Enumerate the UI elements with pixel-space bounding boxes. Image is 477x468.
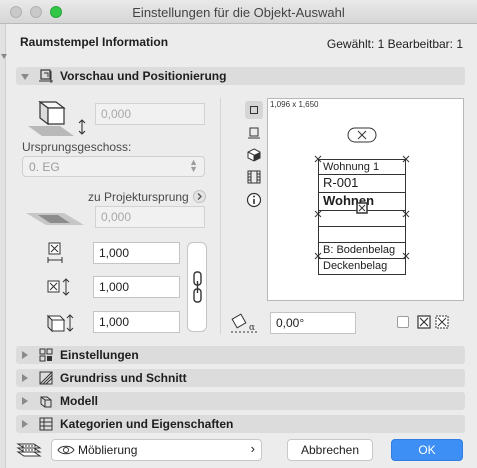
collapsed-triangle-icon[interactable] — [22, 397, 28, 405]
collapsed-triangle-icon[interactable] — [22, 351, 28, 359]
width-size-icon — [47, 242, 63, 263]
chain-link-icon — [193, 271, 202, 303]
square-view-icon — [250, 106, 258, 114]
size-x-field[interactable]: 1,000 — [93, 242, 180, 264]
room-stamp: Wohnung 1 R-001 Wohnen B: Bodenbelag Dec… — [318, 159, 406, 275]
stamp-marker-icon — [347, 127, 377, 143]
layer-stack-icon — [16, 443, 42, 457]
elevation-box-icon — [28, 100, 86, 136]
layer-value: Möblierung — [78, 443, 138, 457]
expanded-triangle-icon[interactable] — [21, 74, 29, 80]
title-bar: Einstellungen für die Objekt-Auswahl — [0, 0, 477, 24]
chevron-right-icon[interactable] — [193, 190, 206, 203]
section-label: Einstellungen — [60, 348, 139, 362]
stamp-row-floor: B: Bodenbelag — [318, 243, 406, 259]
elevation-field[interactable]: 0,000 — [95, 103, 205, 125]
collapse-arrow-icon[interactable] — [1, 54, 7, 59]
section-label: Vorschau und Positionierung — [60, 69, 227, 83]
section-settings[interactable]: Einstellungen — [16, 346, 465, 364]
stamp-row-name: Wohnung 1 — [318, 159, 406, 175]
collapsed-triangle-icon[interactable] — [22, 374, 28, 382]
preview-dimensions: 1,096 x 1,650 — [270, 100, 319, 109]
collapsed-triangle-icon[interactable] — [22, 420, 28, 428]
view-2d-button[interactable] — [245, 101, 263, 119]
section-label: Kategorien und Eigenschaften — [60, 417, 234, 431]
preview-canvas[interactable]: 1,096 x 1,650 Wohnung 1 R-001 Wohnen B: … — [267, 98, 464, 301]
floorplan-icon — [39, 371, 53, 385]
origin-story-label: Ursprungsgeschoss: — [22, 140, 132, 154]
section-floorplan-section[interactable]: Grundriss und Schnitt — [16, 369, 465, 387]
section-label: Modell — [60, 394, 98, 408]
depth-size-icon — [47, 278, 70, 296]
eye-icon — [57, 445, 75, 455]
project-origin-plane-icon — [26, 213, 84, 225]
dialog-heading: Raumstempel Information — [20, 35, 169, 49]
ok-button[interactable]: OK — [391, 439, 463, 461]
stamp-row-ceiling: Deckenbelag — [318, 259, 406, 275]
section-preview-positioning[interactable]: Vorschau und Positionierung — [16, 67, 465, 85]
proportion-lock-button[interactable] — [187, 242, 207, 332]
stamp-row-empty-2 — [318, 227, 406, 243]
origin-story-select[interactable]: 0. EG ▲ ▼ — [22, 156, 205, 177]
chevron-right-icon: › — [250, 441, 255, 456]
categories-list-icon — [39, 417, 53, 431]
model-cube-icon — [40, 396, 52, 408]
stamp-row-empty-1 — [318, 211, 406, 227]
rotation-angle-icon: α — [231, 313, 257, 333]
mirror-dashed-x-icon[interactable] — [435, 315, 449, 329]
positioning-icon — [39, 69, 53, 83]
rotation-field[interactable]: 0,00° — [270, 312, 356, 334]
vertical-divider — [220, 98, 221, 334]
svg-text:α: α — [249, 323, 255, 333]
updown-arrows-icon: ▲ ▼ — [189, 157, 198, 174]
side-rail[interactable] — [0, 24, 7, 468]
size-z-field[interactable]: 1,000 — [93, 311, 180, 333]
mirror-checkbox[interactable] — [397, 316, 409, 328]
project-origin-label: zu Projektursprung — [88, 190, 189, 204]
info-icon[interactable] — [245, 191, 263, 209]
settings-grid-icon — [39, 348, 53, 362]
stamp-row-function: Wohnen — [318, 193, 406, 211]
selection-count: Gewählt: 1 Bearbeitbar: 1 — [326, 37, 463, 51]
mirror-x-icon[interactable] — [417, 315, 431, 329]
layer-select[interactable]: Möblierung › — [51, 439, 262, 461]
stamp-row-number: R-001 — [318, 175, 406, 193]
height-size-icon — [46, 314, 74, 333]
section-label: Grundriss und Schnitt — [60, 371, 187, 385]
section-view-icon[interactable] — [245, 124, 263, 142]
section-categories-properties[interactable]: Kategorien und Eigenschaften — [16, 415, 465, 433]
origin-story-value: 0. EG — [29, 160, 60, 174]
film-view-icon[interactable] — [245, 168, 263, 186]
3d-view-icon[interactable] — [245, 146, 263, 164]
section-model[interactable]: Modell — [16, 392, 465, 410]
project-origin-field[interactable]: 0,000 — [95, 206, 205, 228]
window-title: Einstellungen für die Objekt-Auswahl — [132, 5, 345, 20]
cancel-button[interactable]: Abbrechen — [287, 439, 373, 461]
size-y-field[interactable]: 1,000 — [93, 276, 180, 298]
